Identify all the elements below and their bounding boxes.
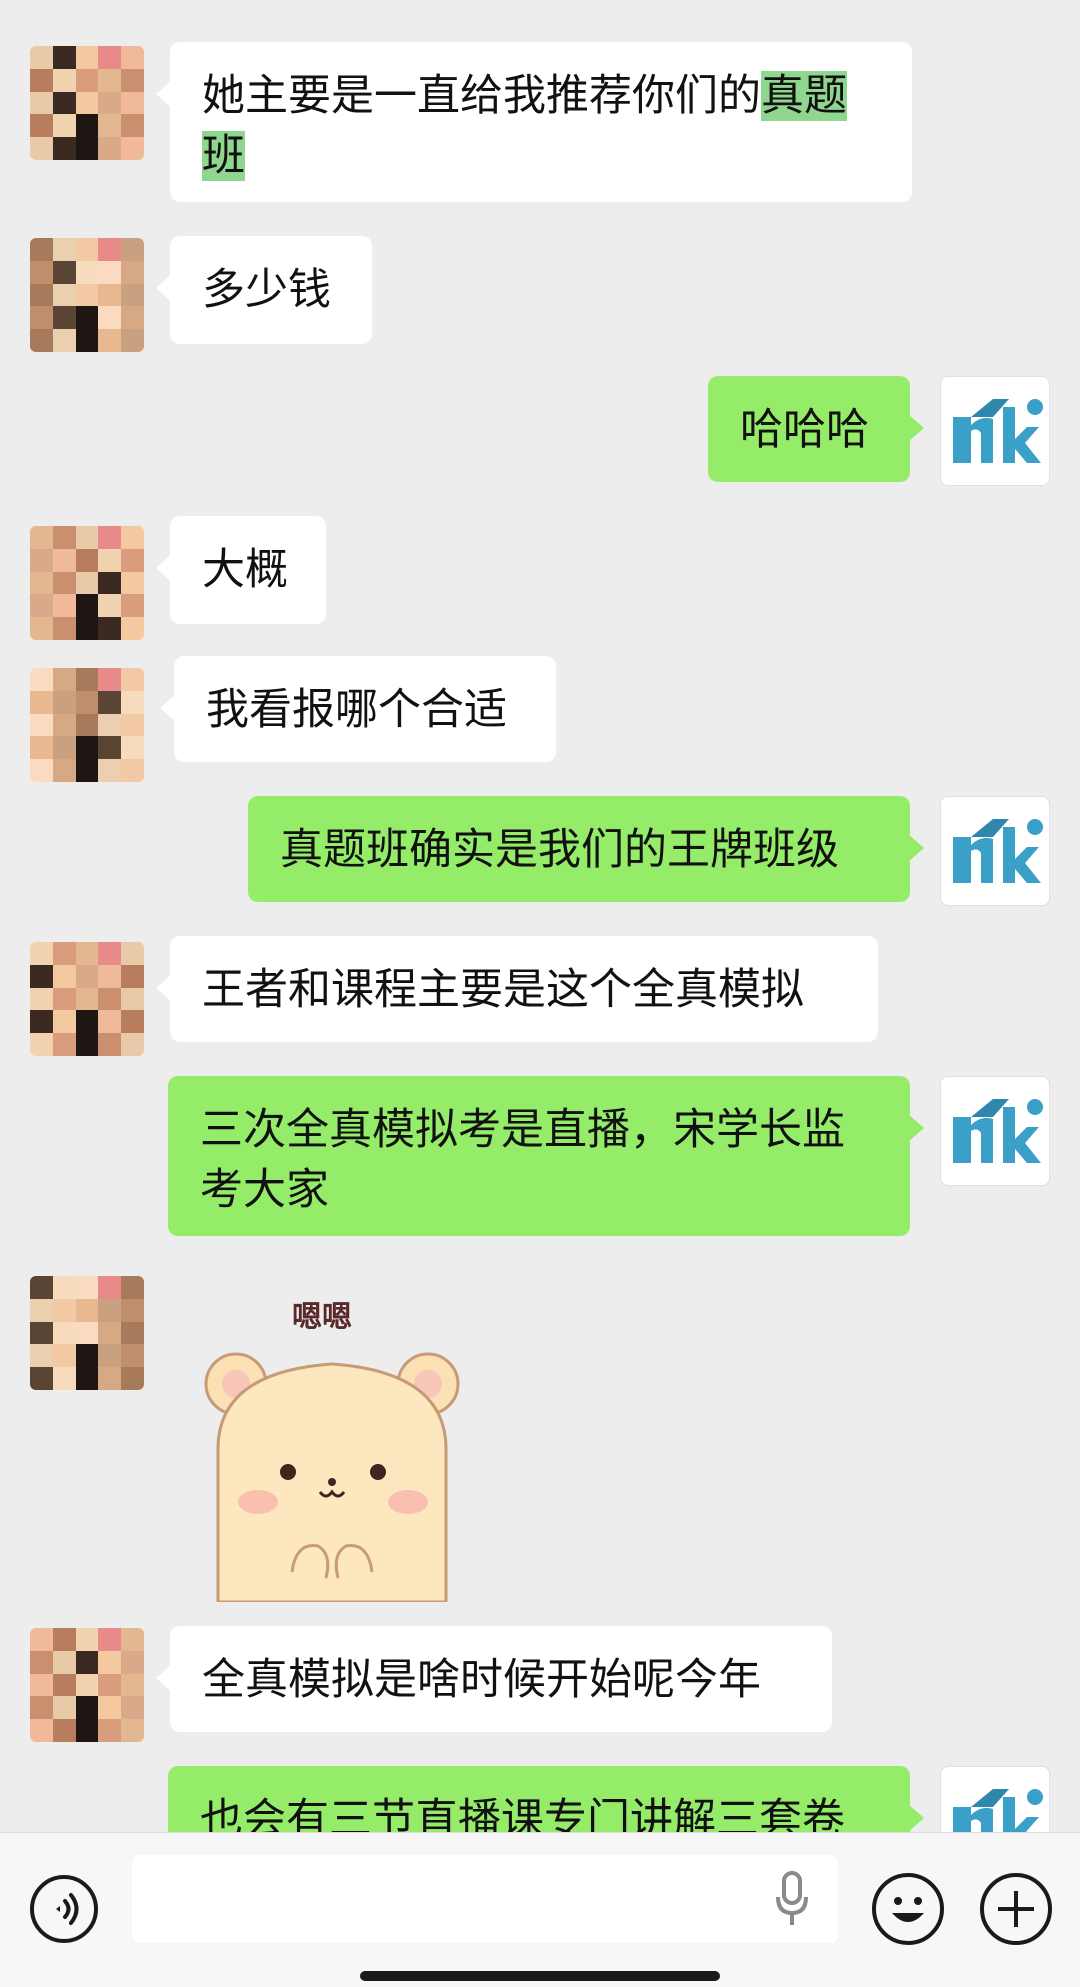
plus-button[interactable] [980, 1873, 1052, 1945]
bear-sticker-icon [204, 1352, 460, 1602]
my-avatar[interactable] [940, 1766, 1050, 1832]
input-bar [0, 1832, 1080, 1987]
contact-avatar[interactable] [30, 1628, 144, 1742]
chat-area[interactable]: 她主要是一直给我推荐你们的真题班 多少钱 哈哈哈 大概 我看报哪个合适 真题班确… [0, 0, 1080, 1832]
logo-icon [953, 819, 1043, 883]
message-bubble[interactable]: 她主要是一直给我推荐你们的真题班 [156, 42, 912, 202]
message-bubble[interactable]: 大概 [156, 516, 326, 624]
message-text: 她主要是一直给我推荐你们的 [202, 71, 761, 121]
plus-icon [998, 1891, 1034, 1927]
message-text: 哈哈哈 [740, 405, 869, 455]
message-text: 也会有三节直播课专门讲解三套卷 [200, 1795, 845, 1832]
contact-avatar[interactable] [30, 668, 144, 782]
message-bubble[interactable]: 全真模拟是啥时候开始呢今年 [156, 1626, 832, 1732]
message-text: 真题班确实是我们的王牌班级 [280, 825, 839, 875]
message-text: 大概 [202, 545, 288, 595]
voice-icon [56, 1893, 79, 1925]
sticker[interactable]: 嗯嗯 [196, 1292, 476, 1602]
logo-icon [953, 399, 1043, 463]
message-bubble[interactable]: 王者和课程主要是这个全真模拟 [156, 936, 878, 1042]
message-text: 我看报哪个合适 [206, 685, 507, 735]
home-indicator [360, 1971, 720, 1981]
microphone-icon[interactable] [772, 1869, 812, 1929]
message-bubble[interactable]: 也会有三节直播课专门讲解三套卷 [168, 1766, 924, 1832]
my-avatar[interactable] [940, 1076, 1050, 1186]
message-input[interactable] [132, 1855, 838, 1943]
message-text: 多少钱 [202, 265, 331, 315]
contact-avatar[interactable] [30, 942, 144, 1056]
message-bubble[interactable]: 哈哈哈 [708, 376, 924, 482]
contact-avatar[interactable] [30, 526, 144, 640]
message-bubble[interactable]: 三次全真模拟考是直播，宋学长监考大家 [168, 1076, 924, 1236]
logo-icon [953, 1789, 1043, 1832]
message-bubble[interactable]: 真题班确实是我们的王牌班级 [248, 796, 924, 902]
message-text: 三次全真模拟考是直播，宋学长监考大家 [200, 1105, 845, 1215]
sticker-caption: 嗯嗯 [292, 1300, 352, 1335]
emoji-button[interactable] [872, 1873, 944, 1945]
emoji-icon [892, 1897, 924, 1922]
message-text: 全真模拟是啥时候开始呢今年 [202, 1655, 761, 1705]
voice-button[interactable] [30, 1875, 98, 1943]
contact-avatar[interactable] [30, 1276, 144, 1390]
message-bubble[interactable]: 多少钱 [156, 236, 372, 344]
contact-avatar[interactable] [30, 238, 144, 352]
my-avatar[interactable] [940, 376, 1050, 486]
message-text: 王者和课程主要是这个全真模拟 [202, 965, 804, 1015]
contact-avatar[interactable] [30, 46, 144, 160]
my-avatar[interactable] [940, 796, 1050, 906]
message-bubble[interactable]: 我看报哪个合适 [160, 656, 556, 762]
logo-icon [953, 1099, 1043, 1163]
